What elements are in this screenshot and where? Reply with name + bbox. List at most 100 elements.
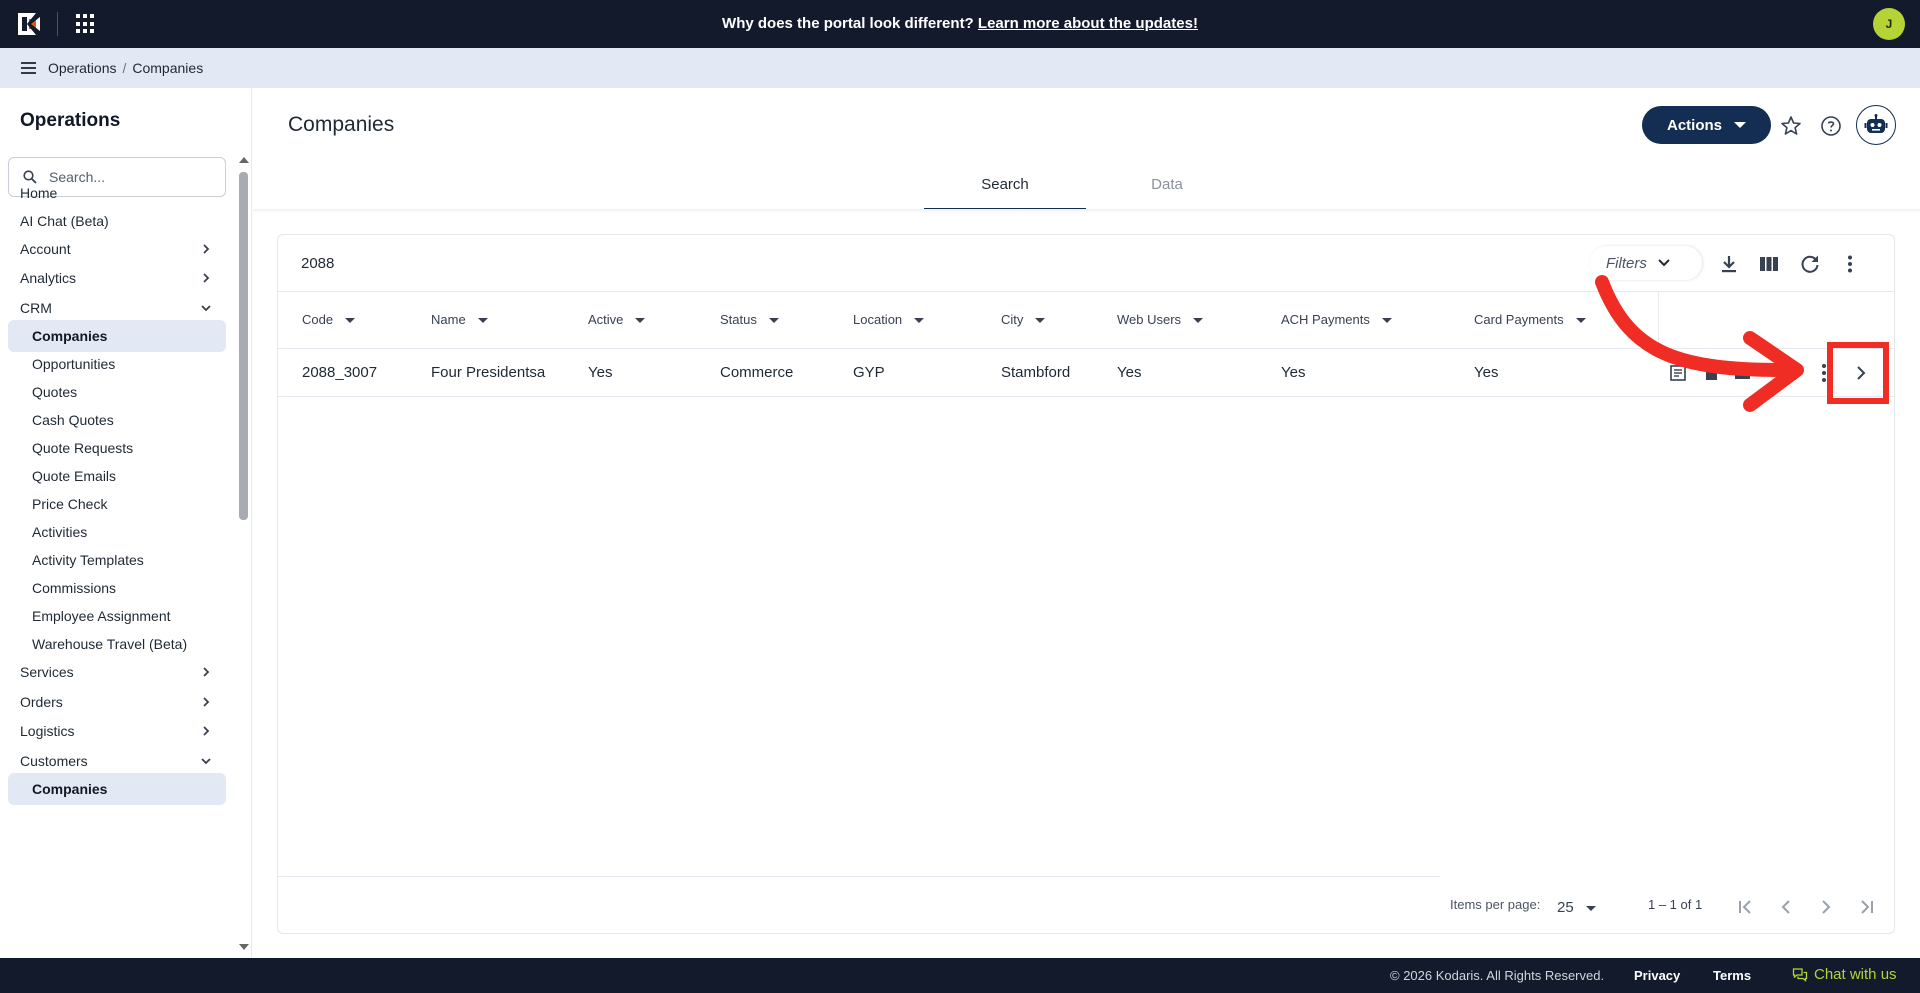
chevron-down-icon: [1658, 259, 1670, 267]
filters-button[interactable]: Filters: [1590, 246, 1702, 280]
row-open-chevron-right-icon[interactable]: [1850, 362, 1872, 384]
sort-caret-icon: [477, 318, 488, 323]
previous-page-icon[interactable]: [1773, 894, 1799, 920]
breadcrumb: Operations / Companies: [48, 60, 203, 76]
favorite-star-icon[interactable]: [1779, 114, 1803, 138]
banner-text: Why does the portal look different?: [722, 15, 974, 32]
column-header-card-payments[interactable]: Card Payments: [1474, 312, 1586, 327]
column-label: Location: [853, 312, 903, 327]
row-more-icon[interactable]: [1820, 362, 1828, 384]
sidebar-item-account[interactable]: Account: [8, 233, 226, 265]
chevron-right-icon: [203, 697, 210, 707]
edit-icon[interactable]: [1733, 363, 1753, 383]
sidebar-item-label: AI Chat (Beta): [20, 213, 109, 229]
column-header-active[interactable]: Active: [588, 312, 646, 327]
cell-city: Stambford: [1001, 364, 1071, 381]
privacy-link[interactable]: Privacy: [1634, 968, 1680, 983]
sidebar-item-label: Cash Quotes: [32, 412, 114, 428]
sidebar-scrollbar-thumb[interactable]: [239, 172, 248, 520]
help-icon[interactable]: [1819, 114, 1843, 138]
chevron-down-icon: [201, 758, 211, 765]
next-page-icon[interactable]: [1813, 894, 1839, 920]
robot-icon: [1864, 114, 1888, 133]
sidebar-item-label: Warehouse Travel (Beta): [32, 636, 188, 652]
cell-location: GYP: [853, 364, 885, 381]
items-per-page-select[interactable]: 25: [1557, 896, 1603, 918]
sidebar-item-logistics[interactable]: Logistics: [8, 715, 226, 747]
sidebar-item-label: Activities: [32, 524, 88, 540]
terms-link[interactable]: Terms: [1713, 968, 1751, 983]
column-label: City: [1001, 312, 1024, 327]
copy-icon[interactable]: [1702, 363, 1722, 383]
filters-label: Filters: [1606, 254, 1647, 272]
column-header-city[interactable]: City: [1001, 312, 1046, 327]
refresh-icon[interactable]: [1798, 252, 1822, 276]
sidebar-item-label: Orders: [20, 694, 63, 710]
sort-caret-icon: [635, 318, 646, 323]
sort-caret-icon: [345, 318, 356, 323]
user-avatar[interactable]: J: [1873, 8, 1905, 40]
column-header-location[interactable]: Location: [853, 312, 925, 327]
column-label: Active: [588, 312, 624, 327]
breadcrumb-item-operations[interactable]: Operations: [48, 60, 116, 76]
sidebar-item-label: Price Check: [32, 496, 108, 512]
sidebar-item-label: Employee Assignment: [32, 608, 171, 624]
sidebar-item-label: Analytics: [20, 270, 77, 286]
view-document-icon[interactable]: [1668, 363, 1688, 383]
sidebar-item-analytics[interactable]: Analytics: [8, 262, 226, 294]
sidebar-item-label: CRM: [20, 300, 52, 316]
items-per-page-label: Items per page:: [1450, 897, 1541, 912]
cell-code: 2088_3007: [302, 364, 378, 381]
sidebar-item-label: Quote Emails: [32, 468, 117, 484]
first-page-icon[interactable]: [1733, 894, 1759, 920]
sidebar-item-label: Commissions: [32, 580, 117, 596]
column-header-name[interactable]: Name: [431, 312, 488, 327]
sidebar-item-label: Customers: [20, 753, 88, 769]
bookmark-icon[interactable]: [1780, 363, 1800, 383]
table-header-row: [278, 291, 1894, 349]
actions-button[interactable]: Actions: [1642, 106, 1771, 144]
chat-with-us-link[interactable]: Chat with us: [1792, 966, 1897, 983]
sidebar-item-label: Activity Templates: [32, 552, 144, 568]
column-header-ach-payments[interactable]: ACH Payments: [1281, 312, 1392, 327]
chevron-right-icon: [203, 667, 210, 677]
table-header-separator: [1658, 291, 1659, 349]
chevron-right-icon: [203, 726, 210, 736]
menu-toggle-icon[interactable]: [21, 62, 36, 74]
columns-icon[interactable]: [1757, 252, 1781, 276]
column-label: Name: [431, 312, 466, 327]
sidebar-item-label: Companies: [32, 781, 108, 797]
breadcrumb-item-companies: Companies: [132, 60, 204, 76]
ai-assistant-button[interactable]: [1856, 105, 1896, 145]
tab-search[interactable]: Search: [924, 172, 1086, 210]
download-icon[interactable]: [1717, 252, 1741, 276]
caret-down-icon: [1734, 122, 1746, 128]
sort-caret-icon: [1575, 318, 1586, 323]
items-per-page-value: 25: [1557, 898, 1574, 916]
last-page-icon[interactable]: [1853, 894, 1879, 920]
sidebar-item-orders[interactable]: Orders: [8, 686, 226, 718]
more-options-icon[interactable]: [1838, 252, 1862, 276]
sidebar-title: Operations: [20, 110, 121, 131]
column-header-code[interactable]: Code: [302, 312, 356, 327]
page-title: Companies: [288, 113, 395, 136]
column-header-web-users[interactable]: Web Users: [1117, 312, 1204, 327]
sidebar-item-label: Quotes: [32, 384, 78, 400]
sort-caret-icon: [914, 318, 925, 323]
pagination-range: 1 – 1 of 1: [1648, 897, 1703, 912]
sidebar-item-services[interactable]: Services: [8, 656, 226, 688]
chevron-right-icon: [203, 244, 210, 254]
breadcrumb-bar: [0, 48, 1920, 88]
sidebar-scroll-up-icon[interactable]: [239, 157, 249, 163]
column-header-status[interactable]: Status: [720, 312, 779, 327]
banner-learn-more-link[interactable]: Learn more about the updates!: [978, 15, 1198, 32]
sidebar-scroll-down-icon[interactable]: [239, 944, 249, 950]
search-query-value[interactable]: 2088: [301, 255, 334, 272]
footer-bar: [0, 958, 1920, 993]
cell-active: Yes: [588, 364, 613, 381]
actions-button-label: Actions: [1666, 116, 1722, 134]
sidebar-item-companies[interactable]: Companies: [8, 773, 226, 805]
tab-data[interactable]: Data: [1086, 172, 1248, 210]
cell-card-payments: Yes: [1474, 364, 1499, 381]
breadcrumb-separator: /: [122, 60, 127, 76]
